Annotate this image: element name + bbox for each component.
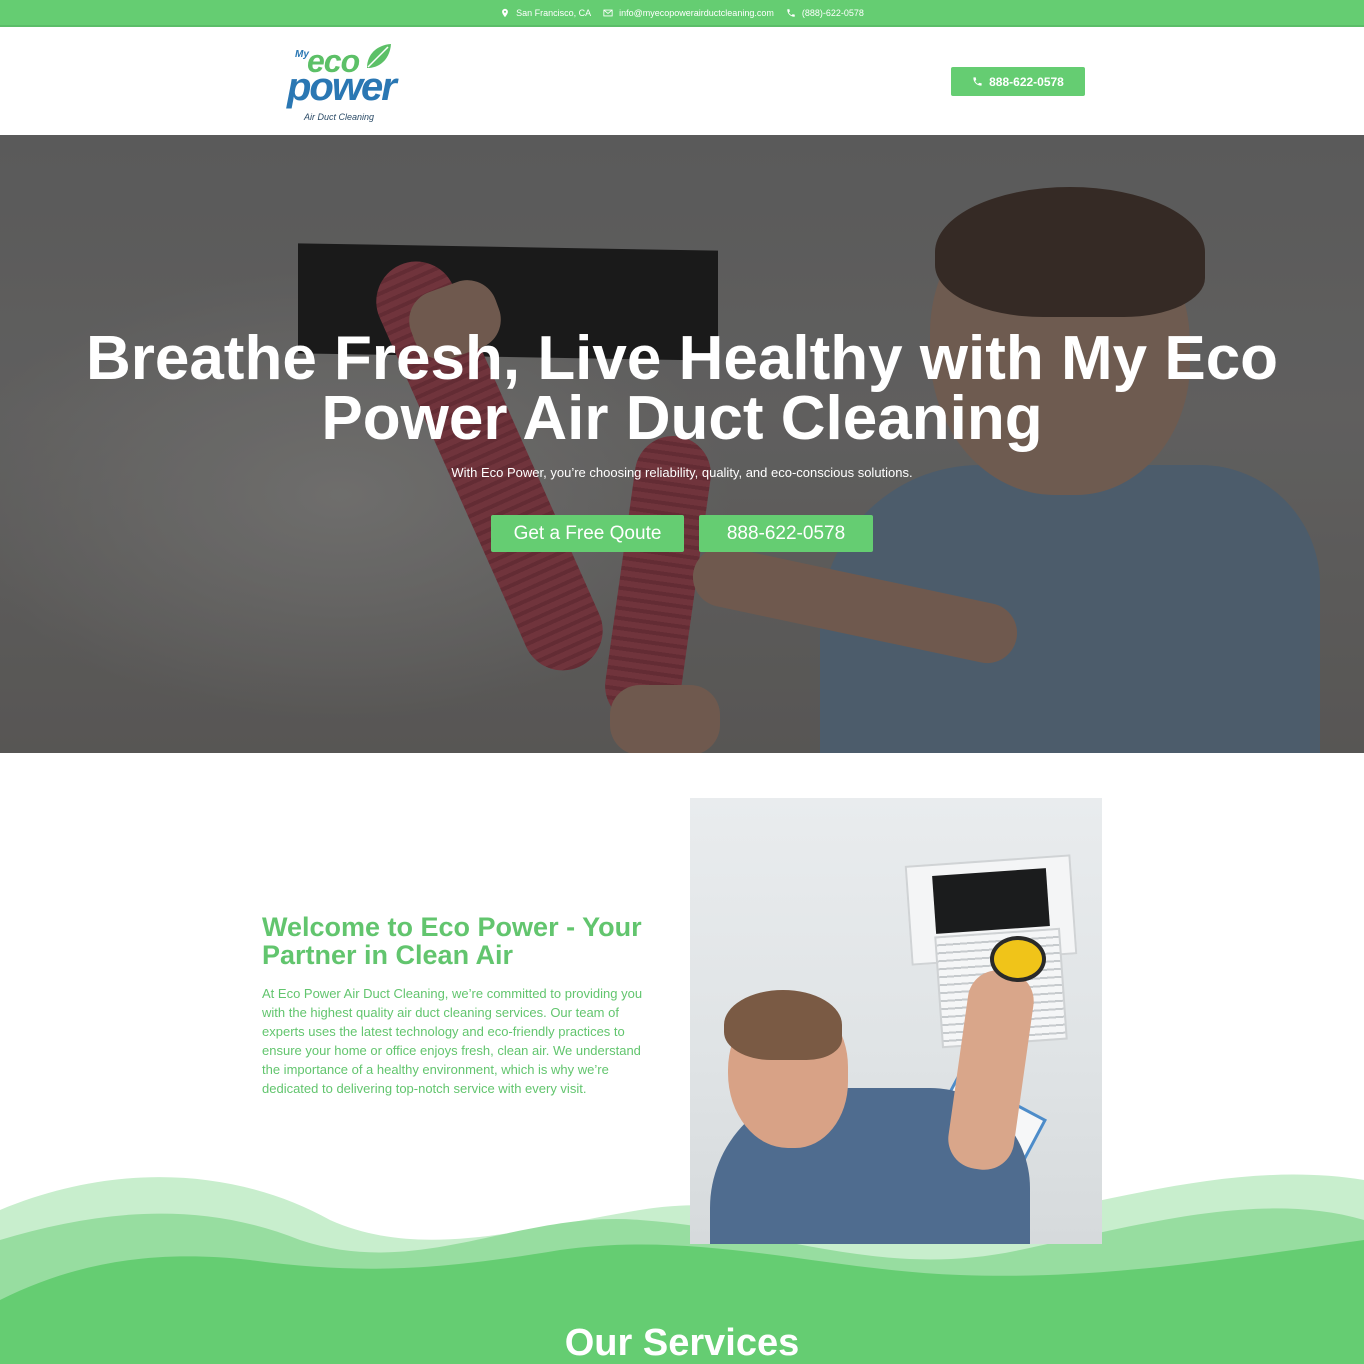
topbar-location: San Francisco, CA bbox=[500, 8, 591, 18]
hero-title: Breathe Fresh, Live Healthy with My Eco … bbox=[85, 324, 1279, 453]
technician-hair bbox=[724, 990, 842, 1060]
welcome-title: Welcome to Eco Power - Your Partner in C… bbox=[262, 912, 642, 970]
topbar-email[interactable]: info@myecopowerairductcleaning.com bbox=[603, 8, 774, 18]
phone-icon bbox=[787, 8, 795, 17]
services-title: Our Services bbox=[564, 1322, 800, 1364]
vent-opening bbox=[932, 868, 1050, 934]
topbar-location-text: San Francisco, CA bbox=[516, 7, 592, 18]
topbar-phone-link[interactable]: (888)-622-0578 bbox=[802, 8, 864, 18]
header-phone-label: 888-622-0578 bbox=[989, 74, 1064, 89]
envelope-icon bbox=[603, 9, 613, 16]
logo-power: power bbox=[287, 65, 397, 109]
free-quote-button[interactable]: Get a Free Qoute bbox=[491, 515, 684, 552]
site-logo[interactable]: My eco power Air Duct Cleaning bbox=[285, 41, 403, 122]
map-pin-icon bbox=[502, 8, 509, 17]
topbar-phone[interactable]: (888)-622-0578 bbox=[786, 8, 864, 18]
technician-photo bbox=[690, 798, 1102, 1244]
phone-icon bbox=[973, 77, 982, 86]
header-phone-button[interactable]: 888-622-0578 bbox=[951, 67, 1085, 96]
hero-section: Breathe Fresh, Live Healthy with My Eco … bbox=[0, 135, 1364, 753]
welcome-body: At Eco Power Air Duct Cleaning, we’re co… bbox=[262, 986, 643, 1096]
top-info-bar: San Francisco, CA info@myecopowerairduct… bbox=[0, 0, 1364, 27]
flashlight-icon bbox=[990, 936, 1046, 982]
hero-subtitle: With Eco Power, you’re choosing reliabil… bbox=[451, 465, 913, 480]
hero-phone-button[interactable]: 888-622-0578 bbox=[699, 515, 873, 552]
logo-tagline: Air Duct Cleaning bbox=[304, 112, 375, 122]
site-header: My eco power Air Duct Cleaning 888-622-0… bbox=[0, 27, 1364, 135]
topbar-email-link[interactable]: info@myecopowerairductcleaning.com bbox=[619, 8, 774, 18]
